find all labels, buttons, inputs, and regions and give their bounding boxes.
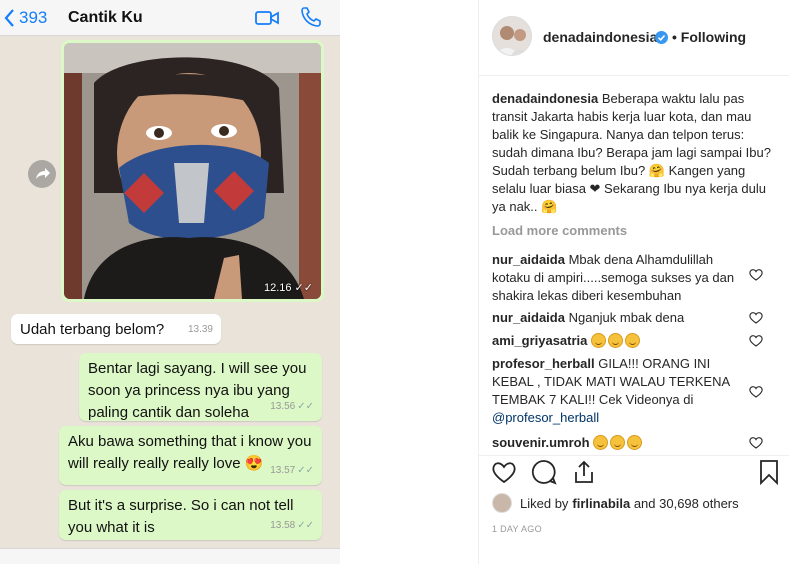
like-comment-heart-icon[interactable] [749, 311, 763, 324]
instagram-post-panel: denadaindonesia • Following denadaindone… [478, 0, 789, 564]
comment-text: Nganjuk mbak dena [568, 310, 685, 325]
like-comment-heart-icon[interactable] [749, 268, 763, 281]
message-input-bar[interactable] [0, 548, 340, 564]
message-outgoing[interactable]: Bentar lagi sayang. I will see you soon … [79, 353, 322, 421]
message-outgoing[interactable]: Aku bawa something that i know you will … [59, 426, 322, 485]
comment: nur_aidaida Nganjuk mbak dena [492, 309, 754, 327]
forward-button[interactable] [28, 160, 56, 188]
message-meta: 13.58 ✓✓ [270, 515, 314, 537]
post-actions-bar [479, 455, 789, 487]
message-incoming[interactable]: Udah terbang belom? 13.39 [11, 314, 221, 344]
image-message[interactable]: 12.16 ✓✓ [61, 40, 324, 302]
share-upload-icon[interactable] [571, 459, 597, 485]
caption-text: Beberapa waktu lalu pas transit Jakarta … [492, 91, 771, 214]
image-timestamp: 12.16 ✓✓ [263, 282, 313, 294]
message-time: 13.57 [270, 465, 296, 476]
image-time: 12.16 [263, 282, 292, 294]
selfie-image [64, 43, 321, 299]
comment-username[interactable]: nur_aidaida [492, 252, 565, 267]
liked-by-suffix[interactable]: and 30,698 others [630, 496, 739, 511]
selfie-photo[interactable]: 12.16 ✓✓ [64, 43, 321, 299]
comment-username[interactable]: profesor_herball [492, 356, 595, 371]
whatsapp-chat: 393 Cantik Ku 12.16 ✓✓ Udah terbang belo… [0, 0, 340, 564]
smile-emoji-icon [625, 333, 641, 348]
smile-emoji-icon [610, 435, 626, 450]
liked-by-prefix: Liked by [520, 495, 569, 511]
post-header: denadaindonesia • Following [479, 0, 789, 76]
unread-count: 393 [19, 8, 48, 27]
comment: profesor_herball GILA!!! ORANG INI KEBAL… [492, 355, 754, 427]
like-comment-heart-icon[interactable] [749, 385, 763, 398]
message-time: 13.56 [270, 401, 296, 412]
post-username[interactable]: denadaindonesia [543, 29, 657, 45]
back-button[interactable]: 393 [4, 8, 47, 28]
message-time: 13.58 [270, 520, 296, 531]
contact-name[interactable]: Cantik Ku [68, 9, 143, 27]
read-ticks-icon: ✓✓ [297, 465, 314, 476]
chat-header: 393 Cantik Ku [0, 0, 340, 36]
likes-summary: Liked by firlinabila and 30,698 others [492, 493, 739, 513]
like-comment-heart-icon[interactable] [749, 334, 763, 347]
post-time-ago[interactable]: 1 DAY AGO [492, 524, 542, 534]
smile-emoji-icon [591, 333, 607, 348]
liker-avatar[interactable] [492, 493, 512, 513]
comment-username[interactable]: souvenir.umroh [492, 435, 590, 450]
comment-username[interactable]: nur_aidaida [492, 310, 565, 325]
following-status[interactable]: • Following [672, 29, 746, 45]
comment: ami_griyasatria [492, 332, 754, 350]
profile-avatar[interactable] [492, 16, 532, 56]
post-caption: denadaindonesia Beberapa waktu lalu pas … [492, 90, 778, 216]
message-meta: 13.56 ✓✓ [270, 396, 314, 418]
chevron-left-icon [4, 9, 14, 27]
message-text: Udah terbang belom? [20, 321, 165, 338]
share-arrow-icon [36, 168, 50, 179]
read-ticks-icon: ✓✓ [297, 520, 314, 531]
message-meta: 13.57 ✓✓ [270, 460, 314, 482]
avatar-image [493, 17, 531, 55]
like-comment-heart-icon[interactable] [749, 436, 763, 449]
message-time: 13.39 [187, 324, 213, 335]
bookmark-icon[interactable] [756, 459, 782, 485]
mention-link[interactable]: @profesor_herball [492, 410, 599, 425]
verified-badge-icon [655, 31, 668, 44]
smile-emoji-icon [627, 435, 643, 450]
phone-call-icon[interactable] [300, 6, 322, 28]
comment-username[interactable]: ami_griyasatria [492, 333, 587, 348]
message-outgoing[interactable]: But it's a surprise. So i can not tell y… [59, 490, 322, 540]
comment-bubble-icon[interactable] [531, 459, 557, 485]
smile-emoji-icon [608, 333, 624, 348]
caption-username[interactable]: denadaindonesia [492, 91, 598, 106]
read-ticks-icon: ✓✓ [297, 401, 314, 412]
comment: nur_aidaida Mbak dena Alhamdulillah kota… [492, 251, 754, 305]
liked-by-user[interactable]: firlinabila [572, 496, 630, 511]
smile-emoji-icon [593, 435, 609, 450]
load-more-comments-link[interactable]: Load more comments [492, 223, 627, 238]
comment: souvenir.umroh [492, 434, 754, 452]
like-heart-icon[interactable] [491, 459, 517, 485]
message-text: But it's a surprise. So i can not tell y… [68, 497, 294, 536]
video-call-icon[interactable] [255, 9, 279, 27]
